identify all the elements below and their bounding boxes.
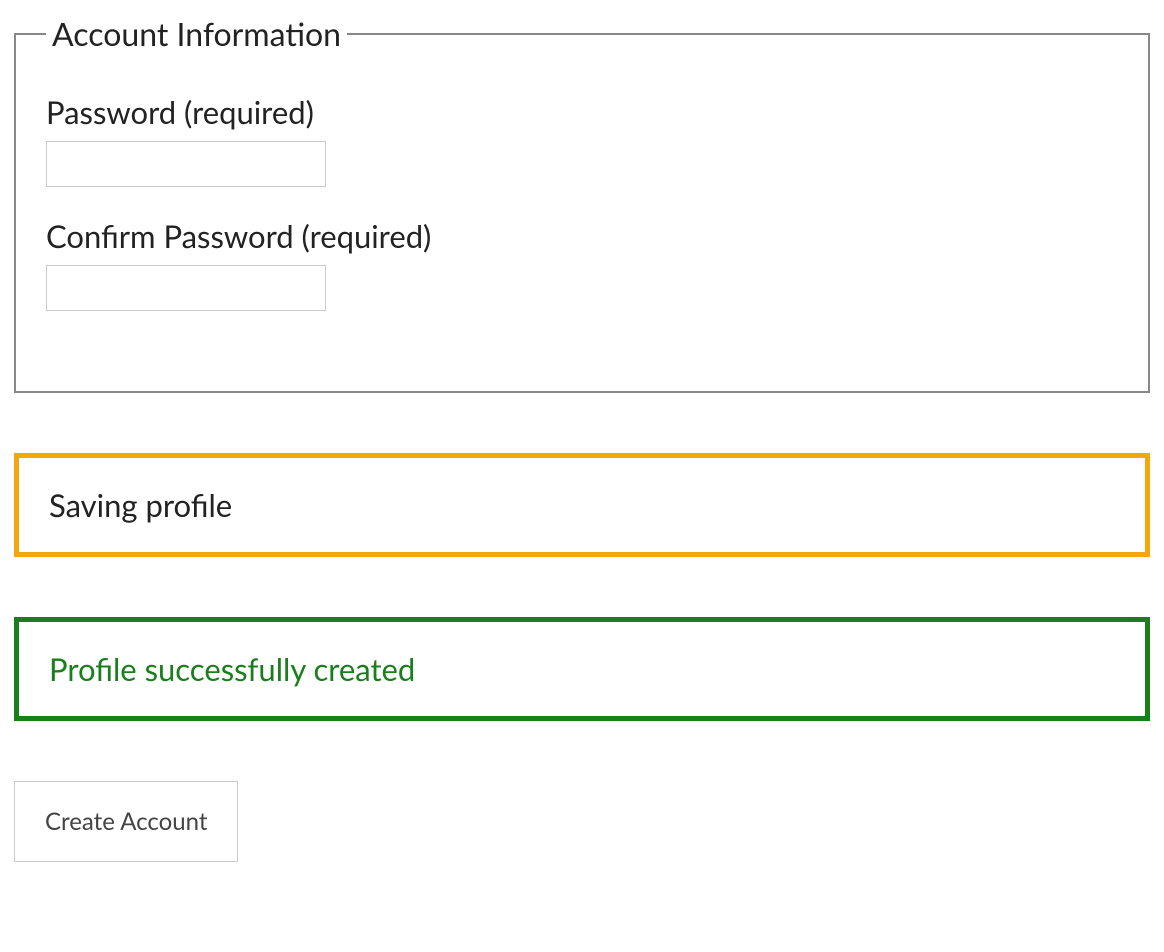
status-saving-message: Saving profile xyxy=(14,453,1150,557)
password-label: Password (required) xyxy=(46,93,1118,131)
confirm-password-label: Confirm Password (required) xyxy=(46,217,1118,255)
account-information-fieldset: Account Information Password (required) … xyxy=(14,14,1150,393)
confirm-password-input[interactable] xyxy=(46,265,326,311)
password-field-group: Password (required) xyxy=(46,93,1118,187)
confirm-password-field-group: Confirm Password (required) xyxy=(46,217,1118,311)
password-input[interactable] xyxy=(46,141,326,187)
fieldset-legend: Account Information xyxy=(46,14,347,53)
status-success-message: Profile successfully created xyxy=(14,617,1150,721)
create-account-button[interactable]: Create Account xyxy=(14,781,238,862)
